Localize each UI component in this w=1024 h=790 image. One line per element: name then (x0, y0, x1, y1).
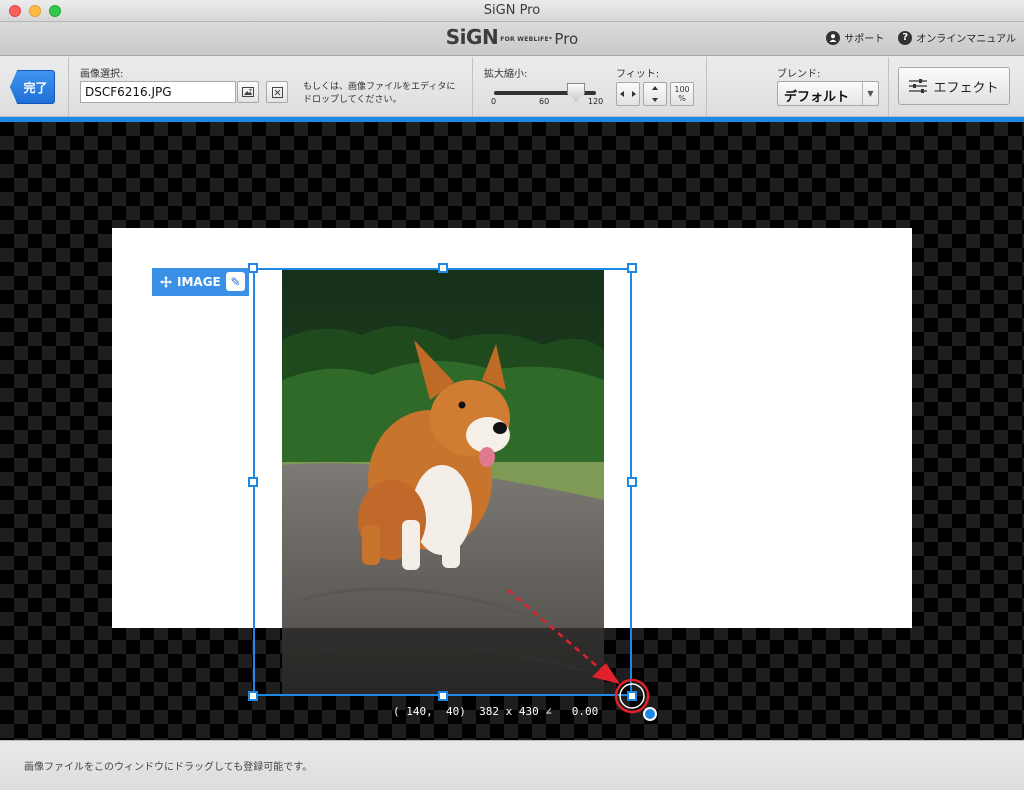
brand-bar: SiGN FOR WEBLIFE* Pro サポート ? オンラインマニュアル (0, 22, 1024, 56)
drop-hint-line2: ドロップしてください。 (303, 95, 402, 105)
clear-image-button[interactable] (266, 81, 288, 103)
browse-image-button[interactable] (237, 81, 259, 103)
editor-canvas[interactable]: IMAGE ✎ ( 140, 40) 382 x 430 ∠ 0.00 (0, 122, 1024, 740)
toolbar-divider (888, 57, 889, 117)
fit-100-button[interactable]: 100% (670, 82, 694, 106)
drag-target-ring-inner (619, 683, 645, 709)
drop-hint: もしくは、画像ファイルをエディタに ドロップしてください。 (303, 81, 455, 107)
blend-select[interactable]: デフォルト ▼ (777, 81, 879, 106)
scale-tick-max: 120 (588, 97, 604, 106)
sliders-icon (909, 79, 928, 93)
toolbar: 完了 画像選択: DSCF6216.JPG もしくは、画像ファイルをエディタに … (0, 57, 1024, 117)
chevron-down-icon: ▼ (862, 82, 878, 105)
transform-readout: ( 140, 40) 382 x 430 ∠ 0.00 (393, 705, 599, 718)
fit-height-icon (652, 86, 658, 102)
window-title: SiGN Pro (483, 3, 541, 18)
logo-edition-text: Pro (554, 30, 579, 48)
scale-tick-min: 0 (491, 97, 497, 106)
toolbar-divider (706, 57, 707, 117)
fit-100-line1: 100 (674, 85, 690, 94)
fit-width-icon (620, 91, 636, 97)
toolbar-divider (472, 57, 473, 117)
drop-hint-line1: もしくは、画像ファイルをエディタに (303, 82, 456, 92)
status-text: 画像ファイルをこのウィンドウにドラッグしても登録可能です。 (24, 762, 313, 773)
fit-100-line2: % (678, 94, 686, 103)
top-links: サポート ? オンラインマニュアル (826, 30, 1016, 45)
image-file-field[interactable]: DSCF6216.JPG (80, 81, 236, 103)
fit-label: フィット: (616, 69, 660, 80)
help-icon: ? (898, 30, 913, 45)
drag-target-ring (614, 678, 650, 714)
title-bar: SiGN Pro (0, 0, 1024, 22)
drag-annotation (507, 589, 650, 714)
blend-select-value: デフォルト (784, 90, 850, 105)
image-icon (242, 87, 254, 97)
done-button[interactable]: 完了 (10, 70, 55, 104)
clear-icon (271, 86, 283, 98)
scale-tick-mid: 60 (539, 97, 550, 106)
support-link-label: サポート (844, 34, 885, 45)
scale-label: 拡大縮小: (484, 69, 528, 80)
toolbar-divider (68, 57, 69, 117)
logo-main-text: SiGN (445, 25, 499, 49)
drag-arrow-line (507, 589, 607, 675)
logo-sub-text: FOR WEBLIFE* (500, 36, 553, 43)
effect-button-label: エフェクト (933, 80, 999, 96)
drag-arrow-head (592, 663, 620, 684)
image-select-label: 画像選択: (80, 69, 124, 80)
rotate-handle[interactable] (643, 707, 657, 721)
online-manual-link[interactable]: ? オンラインマニュアル (898, 30, 1016, 45)
online-manual-link-label: オンラインマニュアル (916, 34, 1016, 45)
fit-height-button[interactable] (643, 82, 667, 106)
scale-slider-knob[interactable] (567, 83, 585, 101)
support-link[interactable]: サポート (826, 30, 884, 45)
status-bar: 画像ファイルをこのウィンドウにドラッグしても登録可能です。 (0, 740, 1024, 790)
blend-label: ブレンド: (777, 69, 821, 80)
fit-width-button[interactable] (616, 82, 640, 106)
user-icon (826, 30, 841, 45)
effect-button[interactable]: エフェクト (898, 67, 1010, 105)
